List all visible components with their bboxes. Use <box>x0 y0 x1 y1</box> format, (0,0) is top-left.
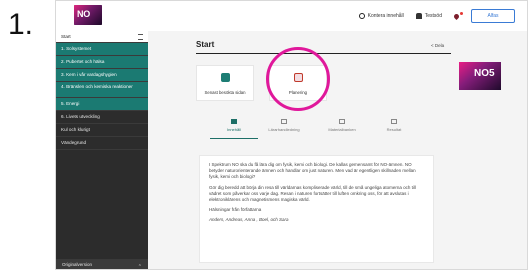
app-window: NO Kontera innehåll Testsöd Alfas Start … <box>55 0 528 270</box>
content-tool-button[interactable]: Kontera innehåll <box>358 13 404 19</box>
greeting-text: Hälsningar från författarna <box>209 207 262 213</box>
step-number: 1. <box>8 8 34 41</box>
sidebar-item-vandegrund[interactable]: Vändegrund <box>56 137 148 150</box>
active-tab-underline <box>210 137 258 139</box>
sidebar-item-livets-utveckling[interactable]: 6. Livets utveckling <box>56 111 148 124</box>
tab-label: Materialbanken <box>328 127 356 132</box>
title-divider <box>196 53 451 54</box>
last-visited-label: Senast besökta sidan <box>204 90 246 95</box>
tab-label: Lärarhandledning <box>268 127 300 132</box>
main-content: Start < Dela Senast besökta sidan Planer… <box>148 31 527 269</box>
product-logo[interactable]: NO <box>74 5 102 25</box>
collapse-menu-icon[interactable] <box>138 34 143 40</box>
sidebar: Start 1. Solsystemet 2. Pubertet och häl… <box>56 31 148 270</box>
sidebar-item-kemi[interactable]: 3. Kem i vår vardagshygien <box>56 69 148 82</box>
sidebar-item-kul-och-klurigt[interactable]: Kul och klurigt <box>56 124 148 137</box>
intro-text-panel: I Spektrum NO ska du få lära dig om fysi… <box>199 155 434 263</box>
header-tools: Kontera innehåll Testsöd Alfas <box>358 1 527 31</box>
tab-bar: Innehåll Lärarhandledning Materialbanken… <box>210 119 420 139</box>
test-tool-label: Testsöd <box>424 13 442 19</box>
content-tool-label: Kontera innehåll <box>367 13 404 19</box>
gear-icon <box>358 13 365 19</box>
sidebar-item-start[interactable]: Start <box>56 31 148 43</box>
authors-signature: Anders, Andreas, Anna , Boel, och Sara <box>209 217 289 223</box>
tab-label: Resultat <box>386 127 402 132</box>
tab-resultat[interactable]: Resultat <box>370 119 418 139</box>
page-title: Start <box>196 40 215 49</box>
chevron-up-icon: ⌃ <box>137 264 142 270</box>
tab-underline <box>260 138 308 139</box>
sidebar-item-pubertet[interactable]: 2. Pubertet och hälsa <box>56 56 148 69</box>
intro-paragraph-1: I Spektrum NO ska du få lära dig om fysi… <box>209 162 416 180</box>
chat-icon <box>281 119 287 124</box>
top-header: NO Kontera innehåll Testsöd Alfas <box>56 1 527 32</box>
tab-label: Innehåll <box>226 127 241 132</box>
tab-lararhandledning[interactable]: Lärarhandledning <box>260 119 308 139</box>
last-visited-icon <box>221 73 230 82</box>
sidebar-item-branslen[interactable]: 4. Bränslen och kemiska reaktioner <box>56 82 148 98</box>
notification-dot <box>460 11 463 15</box>
tab-innehall[interactable]: Innehåll <box>210 119 258 139</box>
logo-text: NO <box>77 9 90 19</box>
folder-icon <box>339 119 345 124</box>
sidebar-item-label: Start <box>61 34 71 39</box>
book-icon <box>231 119 237 124</box>
chart-icon <box>391 119 397 124</box>
book-title: NO5 <box>474 68 495 79</box>
intro-paragraph-2: Gör dig beredd att börja din resa till v… <box>209 184 416 203</box>
share-button[interactable]: < Dela <box>431 43 444 48</box>
version-selector[interactable]: Originalversion ⌃ <box>56 259 148 270</box>
notification-pin-icon[interactable] <box>452 11 463 20</box>
book-cover[interactable]: NO5 <box>459 62 501 90</box>
sidebar-item-energi[interactable]: 5. Energi <box>56 98 148 111</box>
person-icon <box>415 13 422 19</box>
tab-underline <box>370 138 418 139</box>
test-tool-button[interactable]: Testsöd <box>415 13 442 19</box>
share-label: Dela <box>434 43 445 48</box>
tab-underline <box>318 138 366 139</box>
logout-button[interactable]: Alfas <box>471 9 515 23</box>
pin-body <box>452 12 461 20</box>
last-visited-card[interactable]: Senast besökta sidan <box>196 65 254 101</box>
highlight-circle <box>266 47 330 111</box>
tab-materialbanken[interactable]: Materialbanken <box>318 119 366 139</box>
version-label: Originalversion <box>62 262 93 267</box>
sidebar-item-solsystemet[interactable]: 1. Solsystemet <box>56 43 148 56</box>
